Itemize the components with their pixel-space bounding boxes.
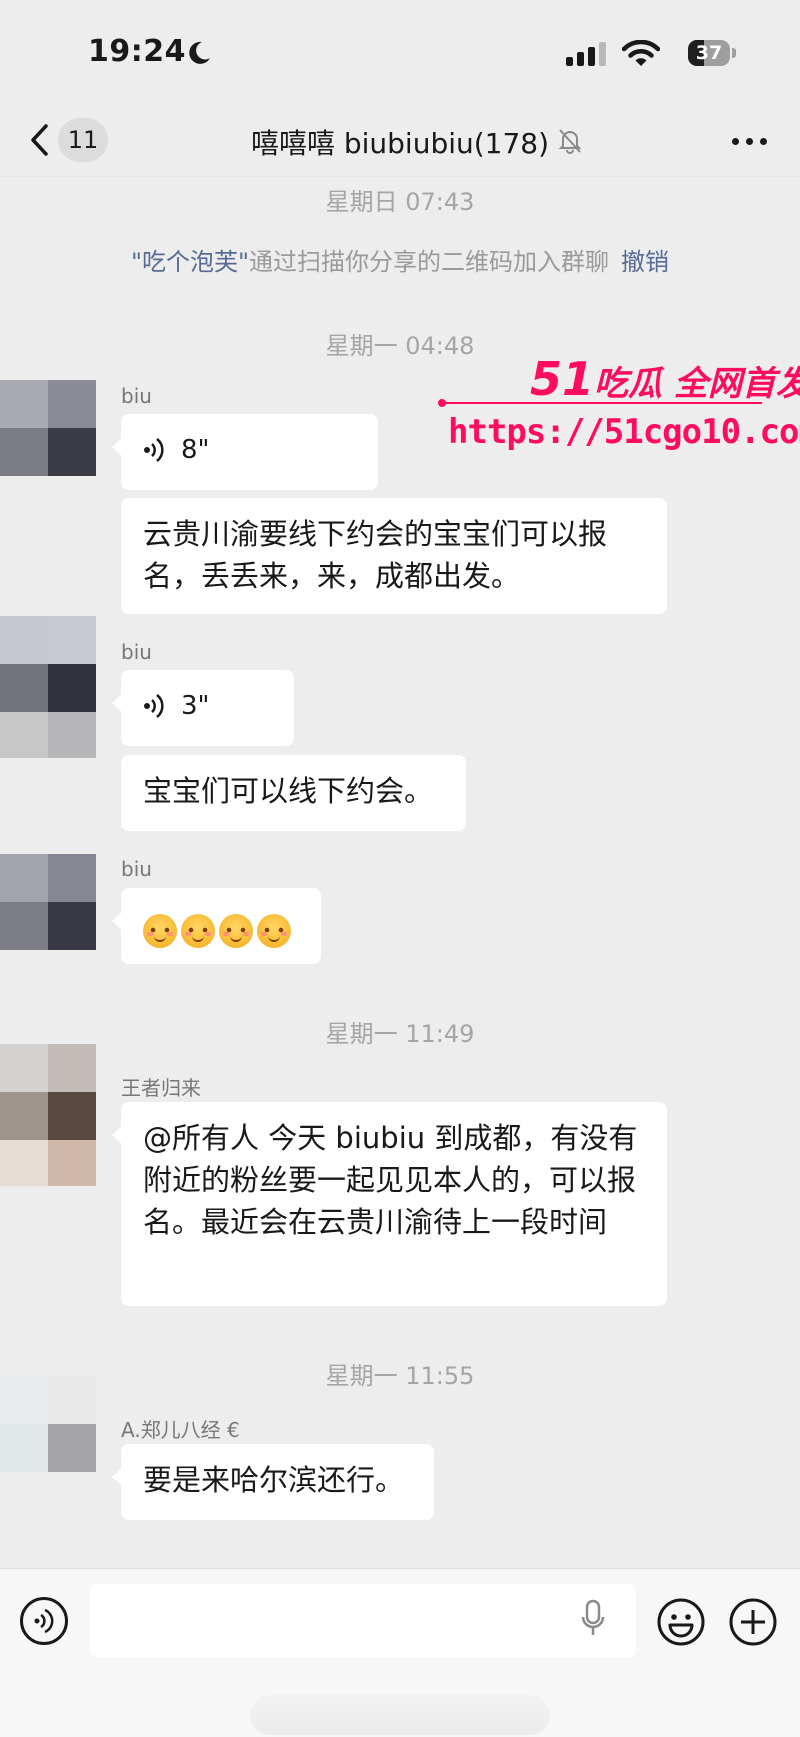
- mute-bell-icon: [558, 129, 582, 154]
- emoji-message[interactable]: [112, 888, 321, 964]
- avatar[interactable]: [0, 380, 104, 476]
- sender-name: biu: [121, 857, 152, 881]
- voice-duration: 3": [181, 691, 210, 721]
- more-icon[interactable]: [732, 138, 768, 146]
- notice-member-name[interactable]: 吃个泡芙: [142, 248, 238, 276]
- text-message[interactable]: 宝宝们可以线下约会。: [121, 755, 466, 831]
- emoji-face-icon: [257, 914, 291, 948]
- voice-duration: 8": [181, 435, 210, 465]
- watermark-brand: 51吃瓜 全网首发: [530, 352, 800, 406]
- chat-timestamp: 星期一 11:49: [325, 1020, 475, 1048]
- microphone-icon[interactable]: [580, 1599, 606, 1639]
- moon-icon: [189, 41, 210, 64]
- status-time: 19:24: [88, 34, 186, 69]
- voice-wave-icon: [144, 694, 164, 718]
- wifi-icon: [622, 40, 660, 66]
- status-bar: 19:24 37: [0, 0, 800, 100]
- chat-header: 11 嘻嘻嘻 biubiubiu(178): [0, 104, 800, 177]
- system-notice: "吃个泡芙"通过扫描你分享的二维码加入群聊 撤销: [0, 242, 800, 277]
- watermark-url: https://51cgo10.com: [448, 412, 800, 452]
- voice-mode-icon[interactable]: [20, 1597, 68, 1645]
- emoji-icon[interactable]: [656, 1597, 706, 1647]
- emoji-face-icon: [143, 914, 177, 948]
- avatar[interactable]: [0, 1376, 104, 1516]
- sender-name: biu: [121, 640, 152, 664]
- notice-quote-close: ": [238, 248, 250, 276]
- battery-icon: 37: [688, 40, 730, 66]
- voice-wave-icon: [144, 438, 164, 462]
- text-message[interactable]: 云贵川渝要线下约会的宝宝们可以报名，丢丢来，来，成都出发。: [121, 498, 667, 614]
- watermark-line: [442, 402, 762, 404]
- home-indicator: [250, 1695, 550, 1735]
- chat-timestamp: 星期日 07:43: [325, 188, 475, 216]
- emoji-face-icon: [181, 914, 215, 948]
- sender-name: biu: [121, 384, 152, 408]
- voice-message[interactable]: 3": [112, 670, 294, 746]
- notice-quote-open: ": [130, 248, 142, 276]
- emoji-face-icon: [219, 914, 253, 948]
- sender-name: A.郑儿八经 €: [121, 1418, 240, 1442]
- avatar[interactable]: [0, 616, 104, 758]
- signal-icon: [566, 42, 606, 66]
- text-message[interactable]: @所有人 今天 biubiu 到成都，有没有附近的粉丝要一起见见本人的，可以报名…: [112, 1102, 667, 1306]
- text-message[interactable]: 要是来哈尔滨还行。: [112, 1444, 434, 1520]
- battery-cap: [732, 48, 736, 58]
- revoke-link[interactable]: 撤销: [621, 248, 669, 276]
- battery-level: 37: [695, 42, 723, 64]
- avatar[interactable]: [0, 1044, 104, 1186]
- page-title[interactable]: 嘻嘻嘻 biubiubiu(178): [0, 122, 800, 162]
- voice-message[interactable]: 8": [112, 414, 378, 490]
- avatar[interactable]: [0, 854, 104, 950]
- chat-timestamp: 星期一 11:55: [325, 1362, 475, 1390]
- plus-icon[interactable]: [728, 1597, 778, 1647]
- message-input[interactable]: [90, 1584, 636, 1658]
- sender-name: 王者归来: [121, 1076, 201, 1100]
- notice-text: 通过扫描你分享的二维码加入群聊: [249, 248, 610, 276]
- watermark: 51吃瓜 全网首发 https://51cgo10.com: [438, 352, 800, 462]
